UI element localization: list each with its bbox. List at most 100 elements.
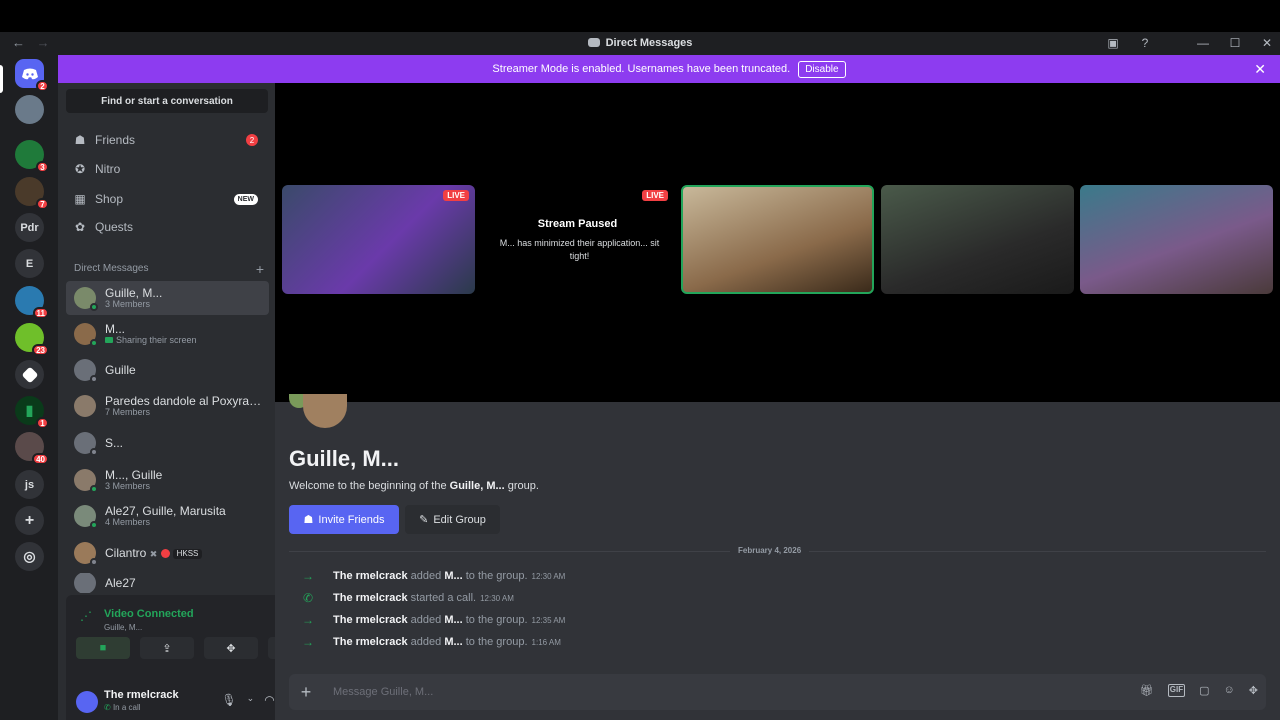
close-window-icon[interactable]: ✕ xyxy=(1260,36,1274,50)
dm-item[interactable]: Guille xyxy=(66,353,269,387)
video-tile[interactable] xyxy=(881,185,1074,294)
server-icon[interactable]: Pdr xyxy=(15,213,44,242)
server-icon[interactable] xyxy=(15,95,44,124)
server-icon[interactable]: 3 xyxy=(15,140,49,173)
dm-item[interactable]: Cilantro ✖ HKSS xyxy=(66,536,269,570)
server-badge: 23 xyxy=(32,344,49,356)
message-target[interactable]: M... xyxy=(444,614,462,626)
user-avatar[interactable] xyxy=(76,691,98,713)
server-icon[interactable]: 23 xyxy=(15,323,49,356)
stream-tile[interactable]: LIVE xyxy=(282,185,475,294)
invite-label: Invite Friends xyxy=(318,513,385,526)
message-user[interactable]: The rmelcrack xyxy=(333,614,408,626)
server-icon[interactable]: ▮ 1 xyxy=(15,396,49,429)
search-button[interactable]: Find or start a conversation xyxy=(66,89,268,113)
chevron-down-icon[interactable]: ⌄ xyxy=(247,693,255,707)
avatar-part xyxy=(303,394,347,428)
dm-item[interactable]: Ale27, Guille, Marusita 4 Members xyxy=(66,499,269,533)
dm-item[interactable]: Paredes dandole al Poxyram, ... 7 Members xyxy=(66,389,269,423)
server-icon[interactable]: 7 xyxy=(15,177,49,210)
voice-channel[interactable]: Guille, M... xyxy=(104,623,142,632)
dm-item[interactable]: M... Sharing their screen xyxy=(66,317,269,351)
screen-share-button[interactable]: ⇪ xyxy=(140,637,194,659)
maximize-icon[interactable]: ☐ xyxy=(1228,36,1242,50)
activities-button[interactable]: ✥ xyxy=(204,637,258,659)
dm-item[interactable]: M..., Guille 3 Members xyxy=(66,463,269,497)
user-avatar xyxy=(74,573,96,593)
nav-quests[interactable]: ✿ Quests xyxy=(66,213,268,241)
screen-share-icon xyxy=(105,336,113,343)
headphones-icon[interactable]: ◠ xyxy=(264,693,274,707)
dm-name: S... xyxy=(105,436,124,450)
nav-friends[interactable]: ☗ Friends 2 xyxy=(66,126,268,154)
microphone-icon[interactable]: 🎙︎ xyxy=(221,693,236,707)
server-icon[interactable]: 11 xyxy=(15,286,49,319)
add-server-button[interactable]: + xyxy=(15,506,44,535)
dm-name: Ale27 xyxy=(105,576,136,590)
kick-icon: ▮ xyxy=(25,402,34,418)
stream-paused-tile[interactable]: LIVE Stream Paused M... has minimized th… xyxy=(481,185,674,294)
message-user[interactable]: The rmelcrack xyxy=(333,570,408,582)
message-user[interactable]: The rmelcrack xyxy=(333,636,408,648)
status-dot xyxy=(90,558,98,566)
dm-sub-text: Sharing their screen xyxy=(116,334,197,345)
emoji-icon[interactable]: ☺ xyxy=(1224,684,1235,697)
message-user[interactable]: The rmelcrack xyxy=(333,592,408,604)
server-icon[interactable] xyxy=(15,360,44,389)
edit-group-button[interactable]: ✎ Edit Group xyxy=(405,505,500,534)
server-icon[interactable]: 40 xyxy=(15,432,49,465)
system-message: ✆ The rmelcrack started a call. 12:30 AM xyxy=(301,590,514,606)
inbox-icon[interactable]: ▣ xyxy=(1106,36,1120,50)
date-label: February 4, 2026 xyxy=(730,546,810,555)
welcome-prefix: Welcome to the beginning of the xyxy=(289,480,447,492)
server-icon[interactable]: js xyxy=(15,470,44,499)
dm-item[interactable]: S... xyxy=(66,426,269,460)
user-name[interactable]: The rmelcrack xyxy=(104,689,179,701)
dm-item[interactable]: Guille, M... 3 Members xyxy=(66,281,269,315)
status-dot xyxy=(90,485,98,493)
dm-name: Cilantro ✖ HKSS xyxy=(105,547,203,560)
nav-shop[interactable]: ▦ Shop NEW xyxy=(66,185,268,213)
video-tile[interactable] xyxy=(1080,185,1273,294)
discord-icon xyxy=(587,38,600,47)
disable-button[interactable]: Disable xyxy=(798,60,846,78)
call-stage: LIVE LIVE Stream Paused M... has minimiz… xyxy=(275,83,1280,402)
apps-icon[interactable]: ✥ xyxy=(1249,684,1258,697)
status-dot xyxy=(90,521,98,529)
message-input[interactable] xyxy=(333,686,933,698)
message-target[interactable]: M... xyxy=(444,636,462,648)
add-attachment-icon[interactable]: + xyxy=(291,682,321,703)
help-icon[interactable]: ? xyxy=(1138,36,1152,50)
minimize-icon[interactable]: — xyxy=(1196,36,1210,50)
dm-item[interactable]: Ale27 xyxy=(66,573,269,593)
nav-nitro[interactable]: ✪ Nitro xyxy=(66,155,268,183)
phone-icon: ✆ xyxy=(302,591,314,605)
dm-name: M..., Guille xyxy=(105,468,163,482)
signal-icon[interactable]: ⋰ xyxy=(80,609,92,623)
close-banner-icon[interactable]: ✕ xyxy=(1254,61,1266,78)
create-dm-icon[interactable]: + xyxy=(256,261,264,277)
server-badge: 7 xyxy=(36,198,49,210)
server-icon[interactable]: E xyxy=(15,249,44,278)
pencil-icon: ✎ xyxy=(419,514,429,526)
camera-button[interactable]: ■ xyxy=(76,637,130,659)
home-button[interactable]: 2 xyxy=(15,59,49,92)
dm-sub: 3 Members xyxy=(105,480,151,491)
message-composer: + 🎁︎ GIF ▢ ☺ ✥ xyxy=(289,674,1266,710)
gift-icon[interactable]: 🎁︎ xyxy=(1140,684,1154,697)
message-time: 12:35 AM xyxy=(531,615,566,625)
gif-icon[interactable]: GIF xyxy=(1167,684,1186,697)
video-tile[interactable] xyxy=(681,185,874,294)
user-avatar xyxy=(74,432,98,456)
group-title: Guille, M... xyxy=(289,446,400,471)
voice-status[interactable]: Video Connected xyxy=(104,608,194,620)
game-icon: ✖ xyxy=(149,548,158,559)
invite-friends-button[interactable]: ☗ Invite Friends xyxy=(289,505,399,534)
sticker-icon[interactable]: ▢ xyxy=(1199,684,1209,697)
message-target[interactable]: M... xyxy=(444,570,462,582)
discover-button[interactable]: ◎ xyxy=(15,542,44,571)
chat-area: Guille, M... Welcome to the beginning of… xyxy=(275,394,1280,720)
dm-name: Guille xyxy=(105,363,136,377)
phone-icon: ✆ xyxy=(104,703,111,712)
dice-icon xyxy=(21,366,38,383)
